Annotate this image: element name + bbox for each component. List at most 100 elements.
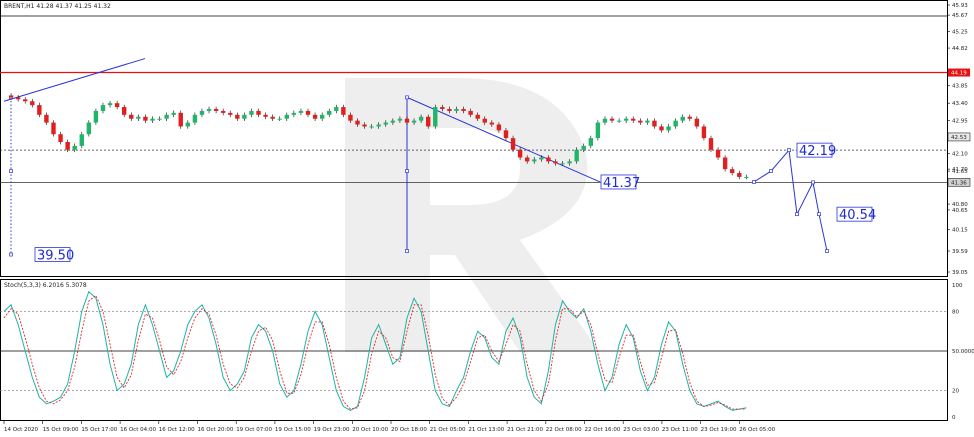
candle-bear xyxy=(524,157,530,162)
candle-bear xyxy=(546,157,551,162)
candle-bear xyxy=(44,114,49,123)
candle-bear xyxy=(37,105,42,115)
x-tick-label: 20 Oct 18:00 xyxy=(391,427,427,433)
candle-bull xyxy=(588,138,594,146)
candle-bull xyxy=(206,109,212,111)
candle-bull xyxy=(595,122,601,139)
candle-bear xyxy=(517,149,523,158)
candle-bear xyxy=(341,107,346,115)
candle-bull xyxy=(673,120,678,127)
candle-bull xyxy=(284,114,289,119)
candle-bear xyxy=(143,116,148,121)
candle-bull xyxy=(185,122,191,127)
chart-canvas: 39.50 41.37 42.19 40.54 45.93 45.67 45.25 44.8… xyxy=(0,0,974,433)
candle-bull xyxy=(150,118,155,121)
candle-bear xyxy=(426,116,431,127)
marker-point xyxy=(405,249,409,253)
x-tick-label: 15 Oct 17:00 xyxy=(81,427,117,433)
resistance-tag-label: 44.19 xyxy=(951,71,967,77)
candle-bear xyxy=(468,110,473,115)
candle-bear xyxy=(213,109,219,111)
stoch-tick-label: 100 xyxy=(952,283,963,289)
candle-bear xyxy=(440,107,445,110)
x-tick-label: 22 Oct 08:00 xyxy=(546,427,582,433)
candle-bear xyxy=(220,110,226,113)
marker-point xyxy=(9,252,13,257)
y-tick-label: 43.85 xyxy=(952,84,968,90)
candle-bear xyxy=(263,114,268,117)
candle-bull xyxy=(100,105,106,111)
candle-bull xyxy=(72,145,77,150)
forecast-point xyxy=(817,212,821,217)
candle-bull xyxy=(666,126,671,131)
candle-bull xyxy=(560,163,565,165)
forecast-line xyxy=(753,148,828,252)
candle-bull xyxy=(334,107,339,111)
candle-bull xyxy=(418,116,424,121)
x-tick-label: 16 Oct 12:00 xyxy=(159,427,195,433)
candle-bull xyxy=(136,116,141,119)
price-tag-label: 41.36 xyxy=(951,180,967,186)
candle-bear xyxy=(496,124,502,131)
candle-bull xyxy=(383,122,388,125)
candle-bear xyxy=(475,114,480,119)
candle-bull xyxy=(107,103,113,106)
x-tick-label: 20 Oct 10:00 xyxy=(352,427,388,433)
candle-bear xyxy=(503,130,509,139)
forecast-point xyxy=(787,148,791,152)
candle-bear xyxy=(489,122,495,125)
candle-bear xyxy=(362,124,367,127)
candle-bull xyxy=(192,114,198,123)
candle-bull xyxy=(249,110,254,115)
x-tick-label: 21 Oct 21:00 xyxy=(507,427,543,433)
candle-bull xyxy=(567,161,572,164)
price-axis: 45.93 45.67 45.25 44.82 44.19 43.85 43.40 42.95… xyxy=(947,3,971,276)
candle-bear xyxy=(447,109,452,111)
candle-bull xyxy=(623,118,629,121)
x-tick-label: 16 Oct 20:00 xyxy=(198,427,234,433)
candle-bull xyxy=(411,120,417,123)
y-tick-label: 40.65 xyxy=(952,208,968,214)
y-tick-label: 39.59 xyxy=(952,249,968,255)
candle-bull xyxy=(645,120,650,123)
y-tick-label: 41.65 xyxy=(952,169,968,175)
candle-bear xyxy=(708,138,714,150)
candle-bear xyxy=(715,149,721,158)
candle-bear xyxy=(305,110,311,115)
x-tick-label: 26 Oct 05:00 xyxy=(739,427,775,433)
watermark-cutout xyxy=(430,128,520,205)
marker-point xyxy=(9,169,13,173)
x-tick-label: 23 Oct 19:00 xyxy=(701,427,737,433)
time-axis: 14 Oct 2020 15 Oct 09:00 15 Oct 17:00 16 Oc… xyxy=(3,421,776,433)
candle-bear xyxy=(129,114,134,119)
candle-bear xyxy=(404,118,410,123)
forecast-point xyxy=(752,180,756,184)
candle-bear xyxy=(461,109,466,111)
candle-bear xyxy=(270,116,275,119)
y-tick-label: 44.82 xyxy=(952,46,968,52)
candle-bull xyxy=(277,118,282,120)
candle-bear xyxy=(15,97,21,100)
candle-bear xyxy=(638,120,643,123)
candle-bull xyxy=(86,122,92,135)
stoch-tick-label: 0 xyxy=(952,415,956,421)
candle-bull xyxy=(680,116,685,121)
candle-bear xyxy=(114,103,120,108)
candle-bull xyxy=(291,112,297,115)
watermark-shape xyxy=(345,78,600,352)
candle-bull xyxy=(369,126,374,128)
candle-bull xyxy=(602,118,608,123)
candle-bear xyxy=(256,110,261,115)
candle-bull xyxy=(171,112,176,115)
candle-bear xyxy=(722,157,728,170)
y-tick-label: 45.93 xyxy=(952,3,968,9)
symbol-header: BRENT,H1 41.28 41.37 41.25 41.32 xyxy=(4,3,111,10)
y-tick-label: 42.10 xyxy=(952,152,968,158)
candle-bear xyxy=(178,112,183,127)
candle-bear xyxy=(30,101,35,106)
candle-bear xyxy=(652,120,657,127)
candle-bear xyxy=(553,161,558,164)
candle-bear xyxy=(228,112,233,115)
candle-bear xyxy=(730,169,735,174)
x-tick-label: 23 Oct 11:00 xyxy=(662,427,698,433)
